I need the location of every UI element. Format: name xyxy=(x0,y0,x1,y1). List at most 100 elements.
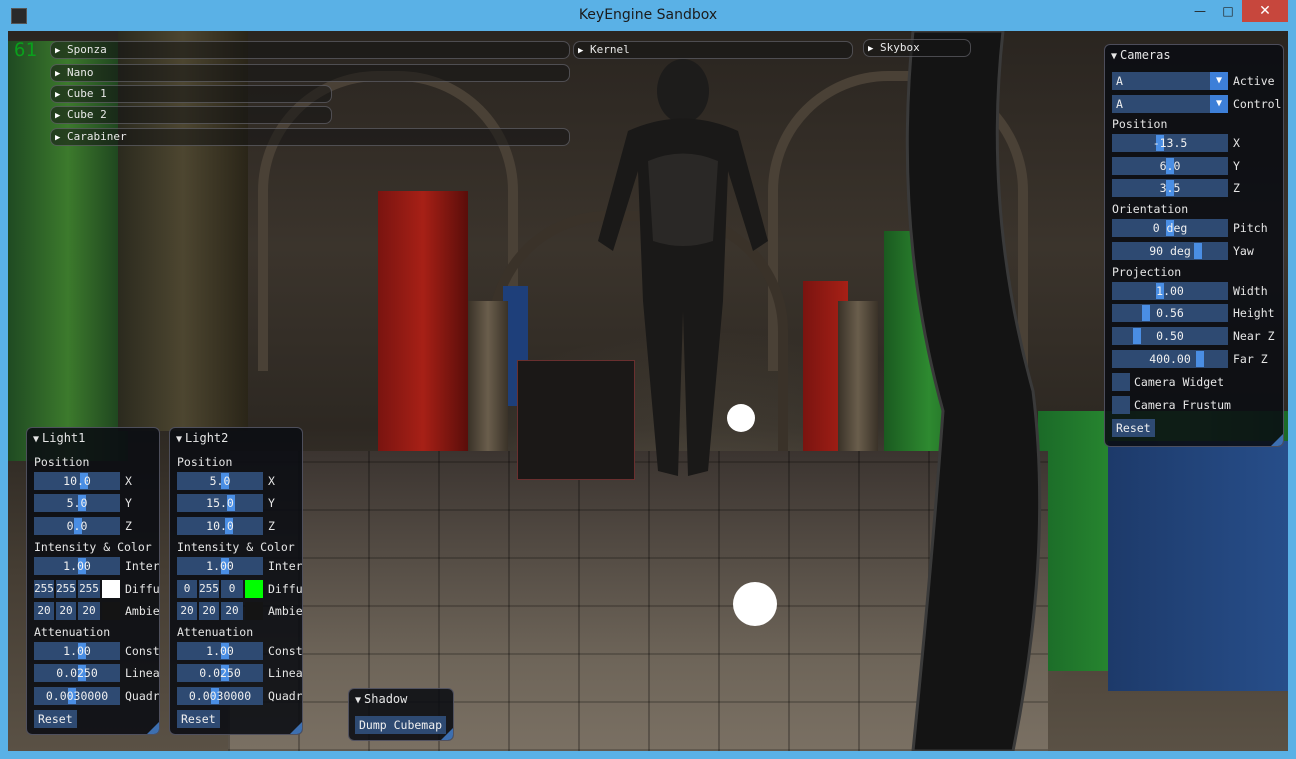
camera-yaw-slider[interactable]: 90 deg xyxy=(1112,242,1228,260)
camera-nearz-slider[interactable]: 0.50 xyxy=(1112,327,1228,345)
light1-linear-slider[interactable]: 0.0250 xyxy=(34,664,120,682)
resize-grip-icon[interactable] xyxy=(290,722,302,734)
minimize-button[interactable]: — xyxy=(1186,0,1214,22)
camera-y-slider[interactable]: 6.0 xyxy=(1112,157,1228,175)
header-sponza[interactable]: ▶ Sponza xyxy=(50,41,570,59)
light1-reset-button[interactable]: Reset xyxy=(34,710,77,728)
resize-grip-icon[interactable] xyxy=(441,728,453,740)
diffuse-r-field[interactable]: 255 xyxy=(34,580,54,598)
slider-value: 0.0030000 xyxy=(45,689,109,703)
header-cube-1[interactable]: ▶ Cube 1 xyxy=(50,85,332,103)
cameras-reset-button[interactable]: Reset xyxy=(1112,419,1155,437)
light1-quadratic-slider[interactable]: 0.0030000 xyxy=(34,687,120,705)
panel-title-label: Light1 xyxy=(42,431,86,445)
slider-value: 3.5 xyxy=(1159,181,1181,195)
slider-value: 1.00 xyxy=(206,559,234,573)
ambient-r-field[interactable]: 20 xyxy=(177,602,197,620)
pitch-label: Pitch xyxy=(1233,221,1268,235)
light2-panel[interactable]: ▼ Light2 Position 5.0 X 15.0 Y 10.0 Z Int… xyxy=(169,427,303,735)
attenuation-section-label: Attenuation xyxy=(34,625,111,639)
light1-x-slider[interactable]: 10.0 xyxy=(34,472,120,490)
light1-constant-slider[interactable]: 1.00 xyxy=(34,642,120,660)
light2-reset-button[interactable]: Reset xyxy=(177,710,220,728)
expand-arrow-icon: ▶ xyxy=(55,133,61,143)
camera-pitch-slider[interactable]: 0 deg xyxy=(1112,219,1228,237)
diffuse-g-field[interactable]: 255 xyxy=(56,580,76,598)
ambient-b-field[interactable]: 20 xyxy=(78,602,100,620)
camera-x-slider[interactable]: -13.5 xyxy=(1112,134,1228,152)
slider-grab[interactable] xyxy=(1142,305,1150,321)
ambient-color-swatch[interactable] xyxy=(245,602,263,620)
slider-value: 400.00 xyxy=(1149,352,1191,366)
ambient-color-swatch[interactable] xyxy=(102,602,120,620)
diffuse-g-field[interactable]: 255 xyxy=(199,580,219,598)
diffuse-r-field[interactable]: 0 xyxy=(177,580,197,598)
light2-z-slider[interactable]: 10.0 xyxy=(177,517,263,535)
header-kernel[interactable]: ▶ Kernel xyxy=(573,41,853,59)
ambient-r-field[interactable]: 20 xyxy=(34,602,54,620)
intensity-label: Inter xyxy=(268,559,303,573)
ambient-b-field[interactable]: 20 xyxy=(221,602,243,620)
panel-title[interactable]: ▼ Light1 xyxy=(27,428,159,448)
slider-grab[interactable] xyxy=(1194,243,1202,259)
resize-grip-icon[interactable] xyxy=(1271,434,1283,446)
resize-grip-icon[interactable] xyxy=(147,722,159,734)
header-label: Kernel xyxy=(590,43,630,56)
panel-title[interactable]: ▼ Shadow xyxy=(349,689,453,709)
camera-frustum-checkbox[interactable] xyxy=(1112,396,1130,414)
cameras-panel[interactable]: ▼ Cameras A ▼ Active A ▼ Control Position -… xyxy=(1104,44,1284,447)
expand-arrow-icon: ▶ xyxy=(578,46,584,56)
light2-constant-slider[interactable]: 1.00 xyxy=(177,642,263,660)
slider-value: 0 deg xyxy=(1152,221,1188,235)
slider-grab[interactable] xyxy=(1196,351,1204,367)
shadow-panel[interactable]: ▼ Shadow Dump Cubemap xyxy=(348,688,454,741)
panel-title-label: Shadow xyxy=(364,692,408,706)
header-label: Cube 2 xyxy=(67,108,107,121)
panel-title[interactable]: ▼ Cameras xyxy=(1105,45,1283,65)
header-skybox[interactable]: ▶ Skybox xyxy=(863,39,971,57)
y-label: Y xyxy=(125,496,132,510)
camera-widget-label: Camera Widget xyxy=(1134,375,1225,389)
header-cube-2[interactable]: ▶ Cube 2 xyxy=(50,106,332,124)
diffuse-b-field[interactable]: 0 xyxy=(221,580,243,598)
light2-intensity-slider[interactable]: 1.00 xyxy=(177,557,263,575)
diffuse-color-swatch[interactable] xyxy=(245,580,263,598)
light1-y-slider[interactable]: 5.0 xyxy=(34,494,120,512)
light1-panel[interactable]: ▼ Light1 Position 10.0 X 5.0 Y 0.0 Z Inte… xyxy=(26,427,160,735)
ambient-g-field[interactable]: 20 xyxy=(56,602,76,620)
light2-x-slider[interactable]: 5.0 xyxy=(177,472,263,490)
slider-grab[interactable] xyxy=(1133,328,1141,344)
diffuse-color-swatch[interactable] xyxy=(102,580,120,598)
close-button[interactable]: ✕ xyxy=(1242,0,1288,22)
maximize-button[interactable]: □ xyxy=(1214,0,1242,22)
light1-z-slider[interactable]: 0.0 xyxy=(34,517,120,535)
camera-widget-checkbox[interactable] xyxy=(1112,373,1130,391)
header-carabiner[interactable]: ▶ Carabiner xyxy=(50,128,570,146)
light2-y-slider[interactable]: 15.0 xyxy=(177,494,263,512)
intensity-label: Inter xyxy=(125,559,160,573)
x-label: X xyxy=(268,474,275,488)
expand-arrow-icon: ▶ xyxy=(55,69,61,79)
title-bar[interactable]: KeyEngine Sandbox — □ ✕ xyxy=(0,0,1296,31)
light1-intensity-slider[interactable]: 1.00 xyxy=(34,557,120,575)
slider-value: 6.0 xyxy=(1159,159,1181,173)
panel-title[interactable]: ▼ Light2 xyxy=(170,428,302,448)
dump-cubemap-button[interactable]: Dump Cubemap xyxy=(355,716,447,734)
render-viewport[interactable]: 61 ▶ Sponza ▶ Nano ▶ Cube 1 ▶ Cube 2 ▶ Carabi… xyxy=(8,31,1288,751)
header-nano[interactable]: ▶ Nano xyxy=(50,64,570,82)
camera-frustum-label: Camera Frustum xyxy=(1134,398,1231,412)
control-camera-select[interactable]: A ▼ xyxy=(1112,95,1228,113)
active-camera-select[interactable]: A ▼ xyxy=(1112,72,1228,90)
light2-linear-slider[interactable]: 0.0250 xyxy=(177,664,263,682)
ambient-g-field[interactable]: 20 xyxy=(199,602,219,620)
header-label: Skybox xyxy=(880,41,920,54)
camera-height-slider[interactable]: 0.56 xyxy=(1112,304,1228,322)
light2-quadratic-slider[interactable]: 0.0030000 xyxy=(177,687,263,705)
diffuse-b-field[interactable]: 255 xyxy=(78,580,100,598)
camera-z-slider[interactable]: 3.5 xyxy=(1112,179,1228,197)
camera-width-slider[interactable]: 1.00 xyxy=(1112,282,1228,300)
x-label: X xyxy=(125,474,132,488)
slider-value: 10.0 xyxy=(63,474,91,488)
camera-farz-slider[interactable]: 400.00 xyxy=(1112,350,1228,368)
slider-value: 1.00 xyxy=(206,644,234,658)
